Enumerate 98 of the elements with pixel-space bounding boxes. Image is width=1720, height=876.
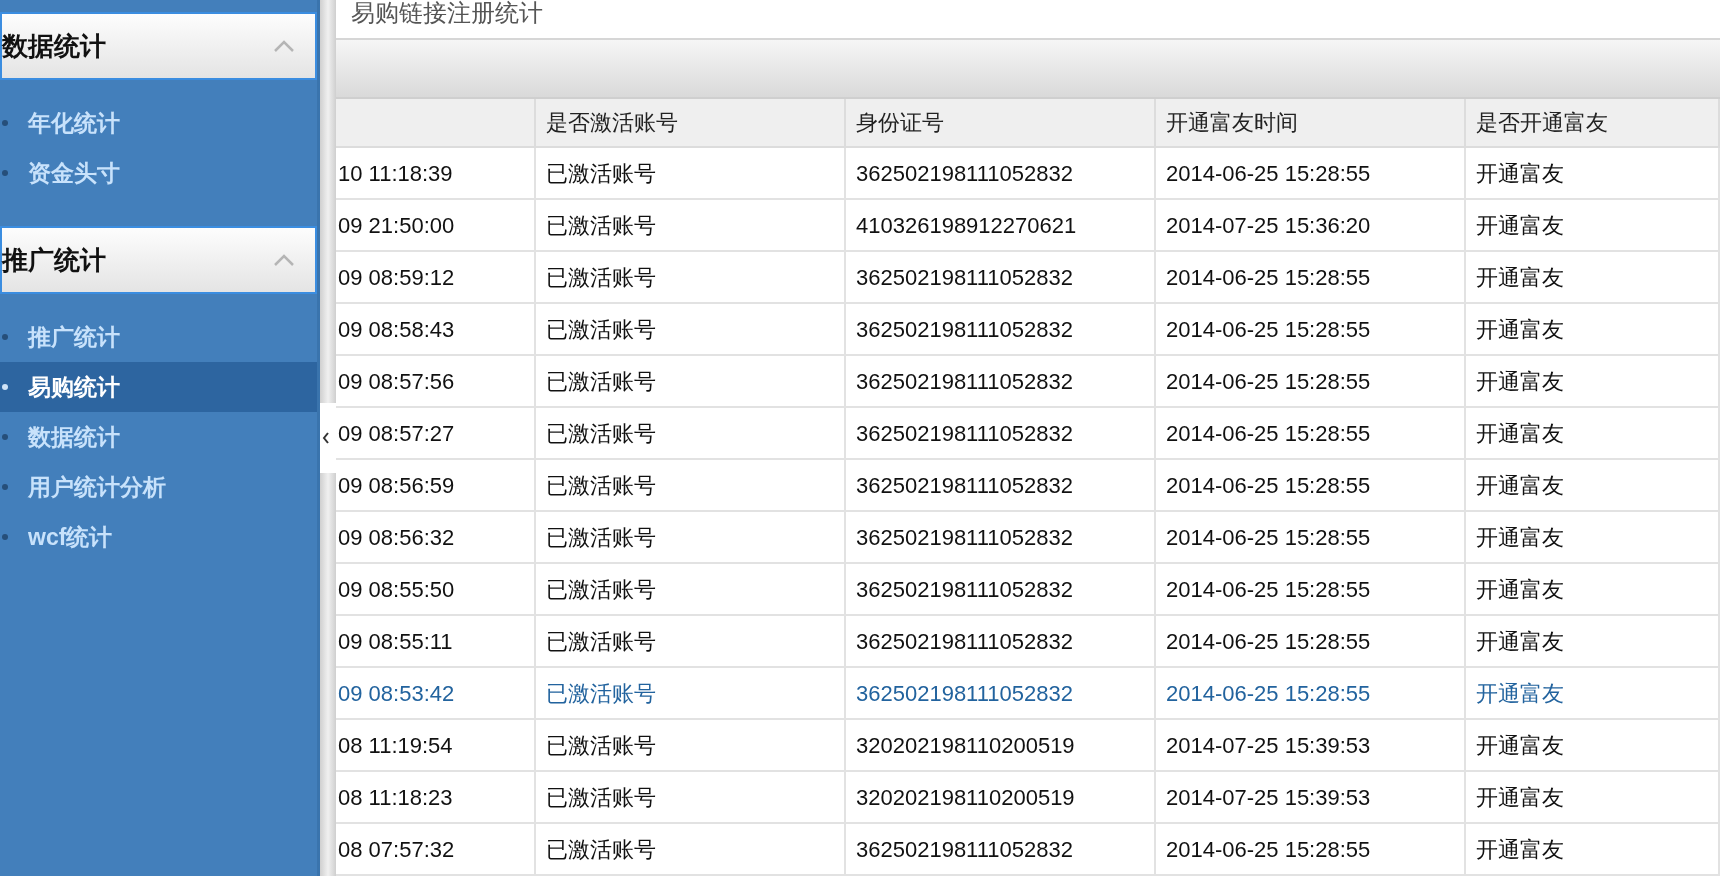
table-cell: 已激活账号: [535, 667, 845, 719]
table-cell: 09 08:58:43: [336, 303, 535, 355]
column-header[interactable]: 开通富友时间: [1155, 99, 1465, 147]
bullet-icon: [2, 170, 8, 176]
column-header[interactable]: [336, 99, 535, 147]
group-title: 推广统计: [2, 243, 106, 277]
table-cell: 362502198111052832: [845, 667, 1155, 719]
table-cell: 09 21:50:00: [336, 199, 535, 251]
bullet-icon: [2, 484, 8, 490]
table-cell: 开通富友: [1465, 147, 1719, 199]
bullet-icon: [2, 384, 8, 390]
table-cell: 10 11:18:39: [336, 147, 535, 199]
table-cell: 362502198111052832: [845, 303, 1155, 355]
chevron-up-icon: [273, 253, 295, 267]
sidebar-item[interactable]: 数据统计: [0, 412, 317, 462]
table-cell: 362502198111052832: [845, 511, 1155, 563]
table-cell: 410326198912270621: [845, 199, 1155, 251]
bullet-icon: [2, 434, 8, 440]
table-cell: 320202198110200519: [845, 719, 1155, 771]
table-cell: 已激活账号: [535, 459, 845, 511]
bullet-icon: [2, 120, 8, 126]
table-cell: 362502198111052832: [845, 355, 1155, 407]
table-cell: 2014-06-25 15:28:55: [1155, 511, 1465, 563]
table-cell: 08 07:57:32: [336, 823, 535, 875]
bullet-icon: [2, 334, 8, 340]
table-cell: 开通富友: [1465, 667, 1719, 719]
sidebar-item[interactable]: 易购统计: [0, 362, 317, 412]
table-cell: 开通富友: [1465, 615, 1719, 667]
table-cell: 09 08:56:59: [336, 459, 535, 511]
table-cell: 已激活账号: [535, 251, 845, 303]
table-cell: 已激活账号: [535, 563, 845, 615]
table-cell: 开通富友: [1465, 459, 1719, 511]
table-cell: 已激活账号: [535, 719, 845, 771]
collapse-handle[interactable]: [320, 403, 336, 473]
table-cell: 已激活账号: [535, 355, 845, 407]
group-title: 数据统计: [2, 29, 106, 63]
table-cell: 362502198111052832: [845, 563, 1155, 615]
table-cell: 开通富友: [1465, 719, 1719, 771]
column-header[interactable]: 是否激活账号: [535, 99, 845, 147]
table-cell: 362502198111052832: [845, 407, 1155, 459]
table-cell: 08 11:19:54: [336, 719, 535, 771]
bullet-icon: [2, 534, 8, 540]
sidebar-item[interactable]: wcf统计: [0, 512, 317, 562]
table-cell: 已激活账号: [535, 199, 845, 251]
table-cell: 2014-06-25 15:28:55: [1155, 823, 1465, 875]
table-cell: 已激活账号: [535, 771, 845, 823]
sidebar-item[interactable]: 资金头寸: [0, 148, 317, 198]
table-cell: 362502198111052832: [845, 615, 1155, 667]
table-cell: 09 08:59:12: [336, 251, 535, 303]
table-cell: 09 08:55:11: [336, 615, 535, 667]
table-cell: 2014-06-25 15:28:55: [1155, 563, 1465, 615]
table-cell: 2014-06-25 15:28:55: [1155, 667, 1465, 719]
table-cell: 362502198111052832: [845, 459, 1155, 511]
table-cell: 开通富友: [1465, 355, 1719, 407]
table-cell: 2014-06-25 15:28:55: [1155, 147, 1465, 199]
table-cell: 已激活账号: [535, 407, 845, 459]
table-cell: 2014-06-25 15:28:55: [1155, 303, 1465, 355]
table-cell: 已激活账号: [535, 303, 845, 355]
table-cell: 362502198111052832: [845, 147, 1155, 199]
column-header[interactable]: 身份证号: [845, 99, 1155, 147]
table-cell: 开通富友: [1465, 407, 1719, 459]
table-cell: 08 11:18:23: [336, 771, 535, 823]
table-cell: 2014-06-25 15:28:55: [1155, 251, 1465, 303]
table-cell: 09 08:57:56: [336, 355, 535, 407]
table-cell: 开通富友: [1465, 511, 1719, 563]
table-cell: 09 08:56:32: [336, 511, 535, 563]
table-cell: 已激活账号: [535, 823, 845, 875]
table-cell: 已激活账号: [535, 615, 845, 667]
table-cell: 2014-06-25 15:28:55: [1155, 615, 1465, 667]
table-cell: 2014-06-25 15:28:55: [1155, 355, 1465, 407]
chevron-up-icon: [273, 39, 295, 53]
table-cell: 362502198111052832: [845, 823, 1155, 875]
table-cell: 2014-07-25 15:39:53: [1155, 719, 1465, 771]
table-cell: 开通富友: [1465, 823, 1719, 875]
table-cell: 2014-07-25 15:36:20: [1155, 199, 1465, 251]
group-header[interactable]: 数据统计: [0, 12, 317, 80]
table-cell: 362502198111052832: [845, 251, 1155, 303]
table-cell: 已激活账号: [535, 511, 845, 563]
table-cell: 2014-06-25 15:28:55: [1155, 407, 1465, 459]
table-cell: 09 08:53:42: [336, 667, 535, 719]
splitter-bar[interactable]: [320, 0, 336, 876]
table-cell: 320202198110200519: [845, 771, 1155, 823]
sidebar-item[interactable]: 用户统计分析: [0, 462, 317, 512]
table-cell: 09 08:57:27: [336, 407, 535, 459]
sidebar-item[interactable]: 推广统计: [0, 312, 317, 362]
table-cell: 09 08:55:50: [336, 563, 535, 615]
table-cell: 开通富友: [1465, 303, 1719, 355]
chevron-left-icon: [322, 431, 330, 445]
sidebar-item[interactable]: 年化统计: [0, 98, 317, 148]
table-cell: 开通富友: [1465, 563, 1719, 615]
table-cell: 开通富友: [1465, 771, 1719, 823]
group-header[interactable]: 推广统计: [0, 226, 317, 294]
column-header[interactable]: 是否开通富友: [1465, 99, 1719, 147]
table-cell: 开通富友: [1465, 251, 1719, 303]
table-cell: 2014-06-25 15:28:55: [1155, 459, 1465, 511]
table-cell: 开通富友: [1465, 199, 1719, 251]
table-cell: 2014-07-25 15:39:53: [1155, 771, 1465, 823]
table-cell: 已激活账号: [535, 147, 845, 199]
